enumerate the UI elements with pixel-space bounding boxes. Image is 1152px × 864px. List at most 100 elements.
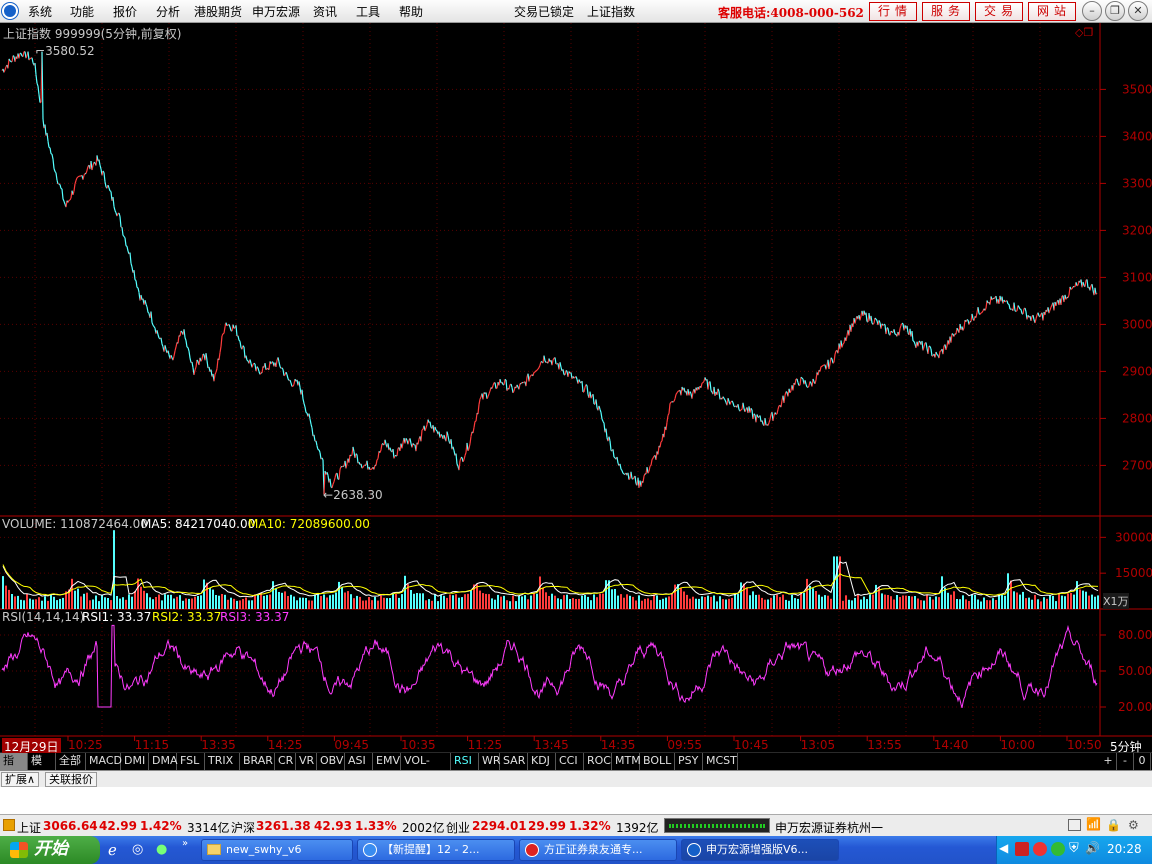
menu-item-quote[interactable]: 报价: [113, 3, 137, 20]
price-candle: [36, 83, 39, 87]
menu-item-analysis[interactable]: 分析: [156, 3, 180, 20]
tab-boll[interactable]: BOLL: [640, 753, 675, 770]
volume-bar: [800, 593, 802, 609]
green-app-icon[interactable]: ●: [156, 842, 167, 857]
tray-volume-icon[interactable]: 🔊: [1085, 841, 1100, 855]
price-candle: [137, 287, 140, 293]
tray-app1-icon[interactable]: [1015, 842, 1029, 856]
status-icon[interactable]: [3, 819, 15, 831]
price-candle: [552, 357, 555, 361]
tray-app3-icon[interactable]: [1051, 842, 1065, 856]
menu-item-help[interactable]: 帮助: [399, 3, 423, 20]
tab-sar[interactable]: SAR: [500, 753, 528, 770]
menu-item-system[interactable]: 系统: [28, 3, 52, 20]
tab-mcst[interactable]: MCST: [703, 753, 738, 770]
price-candle: [814, 379, 817, 384]
panel-icon[interactable]: [1068, 819, 1081, 831]
high-price-label: ⌐3580.52: [35, 44, 95, 58]
chart-toggle-icon[interactable]: ◇❐: [1075, 26, 1093, 39]
tab-cci[interactable]: CCI: [556, 753, 584, 770]
price-candle: [701, 382, 704, 384]
tab-fsl[interactable]: FSL: [177, 753, 205, 770]
volume-bar: [854, 597, 856, 609]
tab-macd[interactable]: MACD: [86, 753, 122, 770]
signal-icon[interactable]: 📶: [1086, 817, 1101, 831]
minimize-icon[interactable]: –: [1082, 1, 1102, 21]
task-swhy-folder[interactable]: new_swhy_v6: [201, 839, 353, 861]
menu-item-swhy[interactable]: 申万宏源: [252, 3, 300, 20]
tab-brar[interactable]: BRAR: [240, 753, 275, 770]
market-button[interactable]: 行情: [869, 2, 917, 21]
quicklaunch-more-icon[interactable]: »: [182, 838, 188, 849]
volume-bar: [563, 595, 565, 609]
price-candle: [503, 379, 506, 385]
trade-button[interactable]: 交易: [975, 2, 1023, 21]
volume-bar: [521, 596, 523, 609]
add-indicator-button[interactable]: +: [1100, 753, 1117, 770]
volume-bar: [1010, 580, 1012, 609]
tab-emv[interactable]: EMV: [373, 753, 401, 770]
chart-canvas[interactable]: 2700 2800 2900 3000 3100 3200 3300 3400 3500 1500…: [0, 23, 1152, 753]
tab-cr[interactable]: CR: [275, 753, 296, 770]
remove-indicator-button[interactable]: -: [1117, 753, 1134, 770]
task-founder[interactable]: 方正证券泉友通专...: [519, 839, 677, 861]
tab-vr[interactable]: VR: [296, 753, 317, 770]
price-candle: [56, 179, 59, 185]
tray-app2-icon[interactable]: [1033, 842, 1047, 856]
tab-dmi[interactable]: DMI: [121, 753, 149, 770]
browser-icon[interactable]: ◎: [132, 842, 143, 857]
tab-category-2[interactable]: 全部: [56, 753, 86, 770]
task-swhy-v6[interactable]: 申万宏源增强版V6...: [681, 839, 839, 861]
tab-obv[interactable]: OBV: [317, 753, 345, 770]
tab-category-0[interactable]: 指标: [0, 753, 28, 783]
lock-icon[interactable]: 🔒: [1106, 818, 1121, 832]
chart-area[interactable]: 2700 2800 2900 3000 3100 3200 3300 3400 3500 1500…: [0, 23, 1152, 755]
app-logo-icon[interactable]: [2, 3, 18, 19]
tab-voltdx[interactable]: VOL-TDX: [401, 753, 451, 783]
tab-psy[interactable]: PSY: [675, 753, 703, 770]
price-candle: [146, 306, 149, 313]
restore-icon[interactable]: ❐: [1105, 1, 1125, 21]
tray-arrow-icon[interactable]: ◀: [999, 841, 1008, 855]
related-quote-tab[interactable]: 关联报价: [45, 772, 97, 787]
volume-bar: [8, 589, 10, 609]
price-candle: [554, 357, 557, 365]
tab-rsi[interactable]: RSI: [451, 753, 479, 770]
expand-tab[interactable]: 扩展∧: [1, 772, 40, 787]
menu-item-hk-futures[interactable]: 港股期货: [194, 3, 242, 20]
start-button[interactable]: 开始: [0, 836, 100, 864]
menu-item-function[interactable]: 功能: [70, 3, 94, 20]
price-candle: [520, 382, 523, 385]
website-button[interactable]: 网站: [1028, 2, 1076, 21]
volume-bar: [896, 595, 898, 609]
price-candle: [621, 470, 624, 474]
menu-item-tools[interactable]: 工具: [356, 3, 380, 20]
volume-bar: [266, 595, 268, 609]
volume-bar: [206, 582, 208, 609]
tab-asi[interactable]: ASI: [345, 753, 373, 770]
tab-wr[interactable]: WR: [479, 753, 501, 770]
volume-bar: [209, 587, 211, 609]
price-candle: [1086, 279, 1089, 288]
task-reminder[interactable]: 【新提醒】12 - 2...: [357, 839, 515, 861]
tray-shield-icon[interactable]: ⛨: [1069, 841, 1079, 856]
tab-category-1[interactable]: 模板: [28, 753, 56, 783]
price-candle: [18, 53, 21, 59]
tab-trix[interactable]: TRIX: [205, 753, 240, 770]
price-candle: [338, 469, 341, 480]
service-button[interactable]: 服务: [922, 2, 970, 21]
tab-kdj[interactable]: KDJ: [528, 753, 556, 770]
volume-bar: [860, 599, 862, 609]
settings-icon[interactable]: ⚙: [1128, 818, 1139, 832]
ie-icon[interactable]: ℯ: [108, 841, 117, 859]
close-icon[interactable]: ✕: [1128, 1, 1148, 21]
menu-item-news[interactable]: 资讯: [313, 3, 337, 20]
volume-bar: [857, 594, 859, 609]
volume-bar: [374, 596, 376, 609]
tab-mtm[interactable]: MTM: [612, 753, 641, 770]
time-tick-label: 14:35: [601, 738, 636, 752]
tab-roc[interactable]: ROC: [584, 753, 612, 770]
reset-indicator-button[interactable]: 0: [1134, 753, 1151, 770]
volume-bar: [956, 599, 958, 609]
tab-dma[interactable]: DMA: [149, 753, 178, 770]
